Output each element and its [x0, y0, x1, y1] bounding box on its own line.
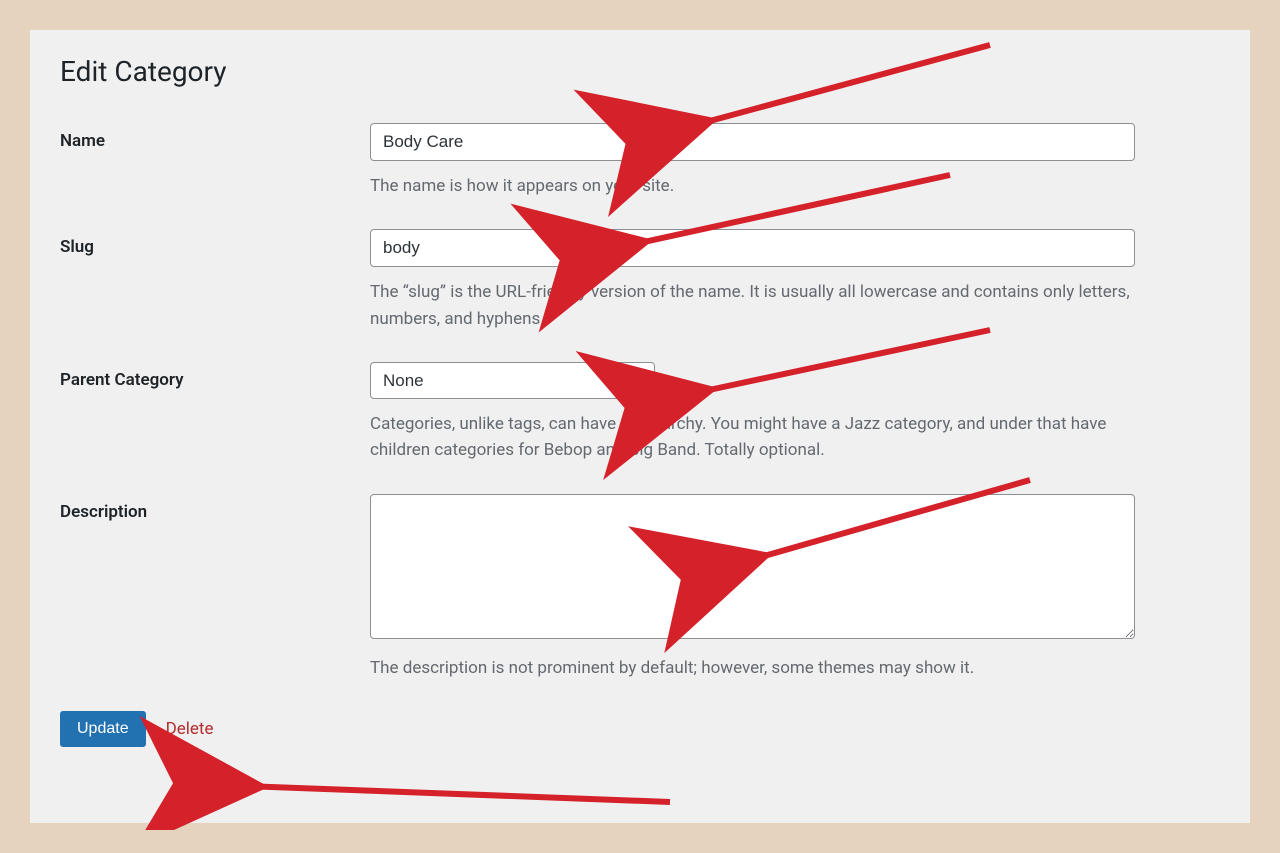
parent-field: None Categories, unlike tags, can have a…: [370, 362, 1220, 464]
slug-row: Slug The “slug” is the URL-friendly vers…: [60, 229, 1220, 332]
name-row: Name The name is how it appears on your …: [60, 123, 1220, 199]
slug-label: Slug: [60, 229, 370, 257]
parent-select[interactable]: None: [370, 362, 655, 399]
slug-help: The “slug” is the URL-friendly version o…: [370, 279, 1135, 332]
name-field: The name is how it appears on your site.: [370, 123, 1220, 199]
arrow-icon: [245, 786, 670, 802]
slug-input[interactable]: [370, 229, 1135, 267]
description-help: The description is not prominent by defa…: [370, 655, 1135, 681]
delete-link[interactable]: Delete: [166, 719, 214, 739]
parent-label: Parent Category: [60, 362, 370, 390]
slug-field: The “slug” is the URL-friendly version o…: [370, 229, 1220, 332]
name-help: The name is how it appears on your site.: [370, 173, 1135, 199]
parent-help: Categories, unlike tags, can have a hier…: [370, 411, 1135, 464]
edit-category-panel: Edit Category Name The name is how it ap…: [30, 30, 1250, 823]
update-button[interactable]: Update: [60, 711, 146, 747]
name-label: Name: [60, 123, 370, 151]
parent-row: Parent Category None Categories, unlike …: [60, 362, 1220, 464]
form-actions: Update Delete: [60, 711, 1220, 747]
description-label: Description: [60, 494, 370, 522]
description-textarea[interactable]: [370, 494, 1135, 639]
name-input[interactable]: [370, 123, 1135, 161]
description-field: The description is not prominent by defa…: [370, 494, 1220, 681]
page-title: Edit Category: [60, 55, 1220, 88]
description-row: Description The description is not promi…: [60, 494, 1220, 681]
